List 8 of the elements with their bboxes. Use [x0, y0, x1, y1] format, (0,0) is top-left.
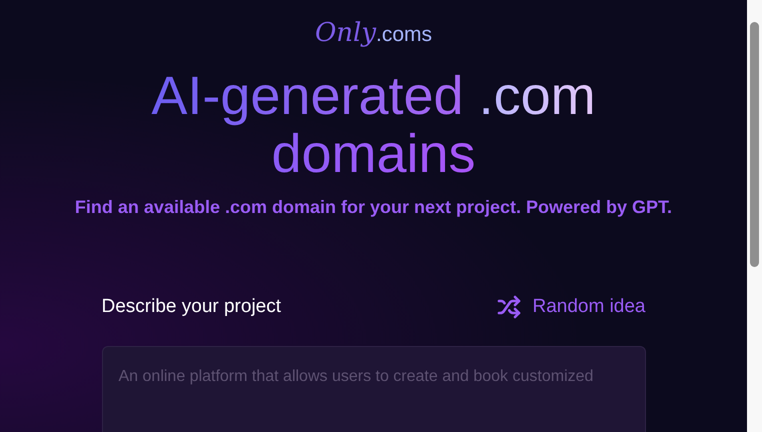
subtitle: Find an available .com domain for your next project. Powered by GPT. [74, 196, 674, 219]
logo-suffix: .coms [376, 23, 432, 46]
headline: AI-generated .com domains [150, 67, 597, 183]
random-idea-button[interactable]: Random idea [494, 293, 646, 322]
form-label: Describe your project [102, 295, 282, 319]
logo-script: Only [314, 17, 376, 50]
project-description-field[interactable]: An online platform that allows users to create and book customized [102, 346, 646, 432]
scrollbar[interactable] [747, 0, 762, 432]
